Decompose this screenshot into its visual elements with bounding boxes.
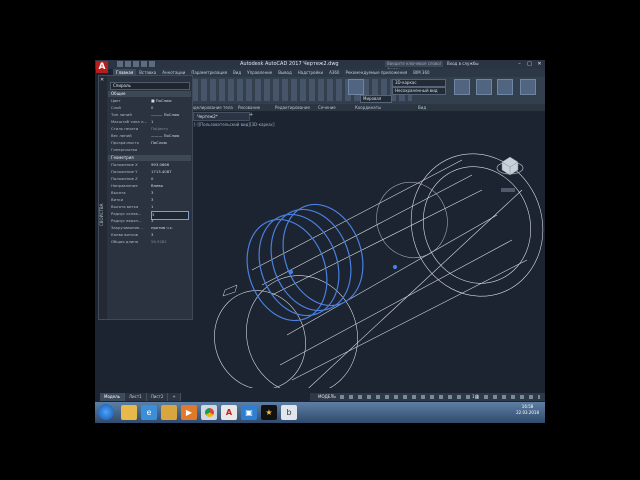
- star-app-icon[interactable]: ★: [261, 405, 277, 420]
- prop-row[interactable]: Витки 3: [108, 197, 191, 204]
- panel-label-view[interactable]: Вид: [418, 104, 426, 111]
- panel-label-coordinates[interactable]: Координаты: [355, 104, 381, 111]
- screen-capture-icon[interactable]: ▣: [241, 405, 257, 420]
- search-input[interactable]: Введите ключевое слово/фразу: [385, 61, 443, 72]
- window-controls: – □ ✕: [516, 61, 543, 67]
- panel-label-draw[interactable]: Рисование: [238, 104, 260, 111]
- tab-parametric[interactable]: Параметризация: [188, 69, 230, 77]
- chrome-icon[interactable]: [201, 405, 217, 420]
- new-tab-button[interactable]: +: [249, 112, 256, 119]
- prop-row[interactable]: Слой 0: [108, 105, 191, 112]
- tab-output[interactable]: Вывод: [275, 69, 294, 77]
- prop-row[interactable]: Тип линий ——— ПоСлою: [108, 112, 191, 119]
- ribbon-panel: 3D-каркас Несохраненный вид Мировая Моде…: [188, 77, 545, 111]
- tab-layout1[interactable]: Лист1: [125, 393, 147, 401]
- tab-view[interactable]: Вид: [230, 69, 244, 77]
- section-plane-icon[interactable]: [348, 79, 364, 95]
- application-menu-button[interactable]: A: [96, 61, 108, 73]
- prop-row[interactable]: Общая длина 56.9282: [108, 239, 191, 246]
- tab-manage[interactable]: Управление: [244, 69, 275, 77]
- groups-icon[interactable]: [497, 79, 513, 95]
- redo-icon[interactable]: [149, 61, 155, 67]
- autocad-icon[interactable]: A: [221, 405, 237, 420]
- close-button[interactable]: ✕: [536, 61, 543, 67]
- layout-tabs: Модель Лист1 Лист2 +: [100, 393, 181, 401]
- open-icon[interactable]: [125, 61, 131, 67]
- panel-label-section[interactable]: Сечение: [318, 104, 336, 111]
- explorer-icon[interactable]: [121, 405, 137, 420]
- prop-row[interactable]: Положение X 993.0666: [108, 162, 191, 169]
- prop-row[interactable]: Направление Влево: [108, 183, 191, 190]
- save-icon[interactable]: [133, 61, 139, 67]
- windows-taskbar: e ▶ A ▣ ★ b 16:58 22.03.2018: [95, 402, 545, 423]
- ucs-dropdown[interactable]: Мировая: [360, 95, 392, 103]
- media-player-icon[interactable]: ▶: [181, 405, 197, 420]
- view-dropdown[interactable]: Несохраненный вид: [392, 87, 446, 95]
- maximize-button[interactable]: □: [526, 61, 533, 67]
- prop-row[interactable]: Высота 3: [108, 190, 191, 197]
- prop-row[interactable]: Положение Y 1713.4087: [108, 169, 191, 176]
- drawing-viewport[interactable]: Z X Y: [192, 120, 545, 388]
- annotation-scale[interactable]: 1:1: [472, 393, 478, 401]
- palette-title: СВОЙСТВА: [99, 203, 104, 226]
- visual-style-dropdown[interactable]: 3D-каркас: [392, 79, 446, 87]
- panel-label-solid[interactable]: Моделирование тела: [188, 104, 233, 111]
- ribbon-panel-labels: Моделирование тела Рисование Редактирова…: [188, 104, 545, 111]
- panel-label-modify[interactable]: Редактирование: [275, 104, 310, 111]
- viewport-label[interactable]: [-][Пользовательский вид][3D-каркас]: [194, 122, 275, 127]
- add-layout-button[interactable]: +: [168, 393, 181, 401]
- notepad-icon[interactable]: b: [281, 405, 297, 420]
- ie-icon[interactable]: e: [141, 405, 157, 420]
- prop-row[interactable]: Стиль печати ПоЦвету: [108, 126, 191, 133]
- new-icon[interactable]: [117, 61, 123, 67]
- prop-row[interactable]: Радиус верхн... 3: [108, 218, 191, 225]
- prop-row[interactable]: Масштаб типа л... 1: [108, 119, 191, 126]
- prop-row-selected[interactable]: Радиус основ... 3: [108, 211, 191, 220]
- tab-featured-apps[interactable]: Рекомендуемые приложения: [342, 69, 410, 77]
- tab-a360[interactable]: A360: [326, 69, 342, 77]
- prop-row[interactable]: Закручивание... против ч.с.: [108, 225, 191, 232]
- select-icon[interactable]: [454, 79, 470, 95]
- prop-row[interactable]: Гиперссылка: [108, 147, 191, 154]
- close-icon[interactable]: ✕: [100, 78, 105, 83]
- helix[interactable]: [234, 193, 398, 332]
- prop-row[interactable]: Положение Z0: [108, 176, 191, 183]
- section-general[interactable]: Общие: [108, 91, 191, 97]
- clock-date: 22.03.2018: [516, 410, 539, 415]
- view-icon[interactable]: [520, 79, 536, 95]
- status-bar: МОДЕЛЬ 1:1: [310, 393, 545, 401]
- prop-row[interactable]: Вес линий ——— ПоСлою: [108, 133, 191, 140]
- tab-layout2[interactable]: Лист2: [146, 393, 169, 401]
- quick-access-toolbar: [117, 61, 155, 68]
- prop-row[interactable]: Прозрачность ПоСлою: [108, 140, 191, 147]
- selection-type-dropdown[interactable]: Спираль: [110, 82, 190, 90]
- start-button[interactable]: [98, 404, 114, 420]
- section-geometry[interactable]: Геометрия: [108, 155, 191, 161]
- window-title: Autodesk AutoCAD 2017 Чертеж2.dwg: [240, 61, 339, 67]
- wireframe-cylinders: [214, 153, 544, 388]
- layers-icon[interactable]: [476, 79, 492, 95]
- properties-palette: ✕ СВОЙСТВА Спираль Общие Цвет ■ ПоСлою Сл…: [98, 75, 193, 320]
- minimize-button[interactable]: –: [516, 61, 523, 67]
- autocad-window: Autodesk AutoCAD 2017 Чертеж2.dwg Введит…: [95, 60, 545, 423]
- undo-icon[interactable]: [141, 61, 147, 67]
- signin-button[interactable]: Вход в службы: [447, 61, 479, 66]
- tab-addins[interactable]: Надстройки: [295, 69, 326, 77]
- status-toggle-icons[interactable]: [340, 395, 540, 399]
- system-clock[interactable]: 16:58 22.03.2018: [516, 404, 539, 416]
- prop-row[interactable]: Колво витков 3: [108, 232, 191, 239]
- tab-model[interactable]: Модель: [100, 393, 126, 401]
- title-bar: Autodesk AutoCAD 2017 Чертеж2.dwg Введит…: [95, 60, 545, 72]
- tab-bim360[interactable]: BIM 360: [410, 69, 432, 77]
- palette-title-strip[interactable]: ✕ СВОЙСТВА: [99, 76, 107, 319]
- prop-row[interactable]: Цвет ■ ПоСлою: [108, 98, 191, 105]
- prop-row[interactable]: Высота витка 1: [108, 204, 191, 211]
- folder-icon[interactable]: [161, 405, 177, 420]
- model-space-button[interactable]: МОДЕЛЬ: [318, 393, 336, 401]
